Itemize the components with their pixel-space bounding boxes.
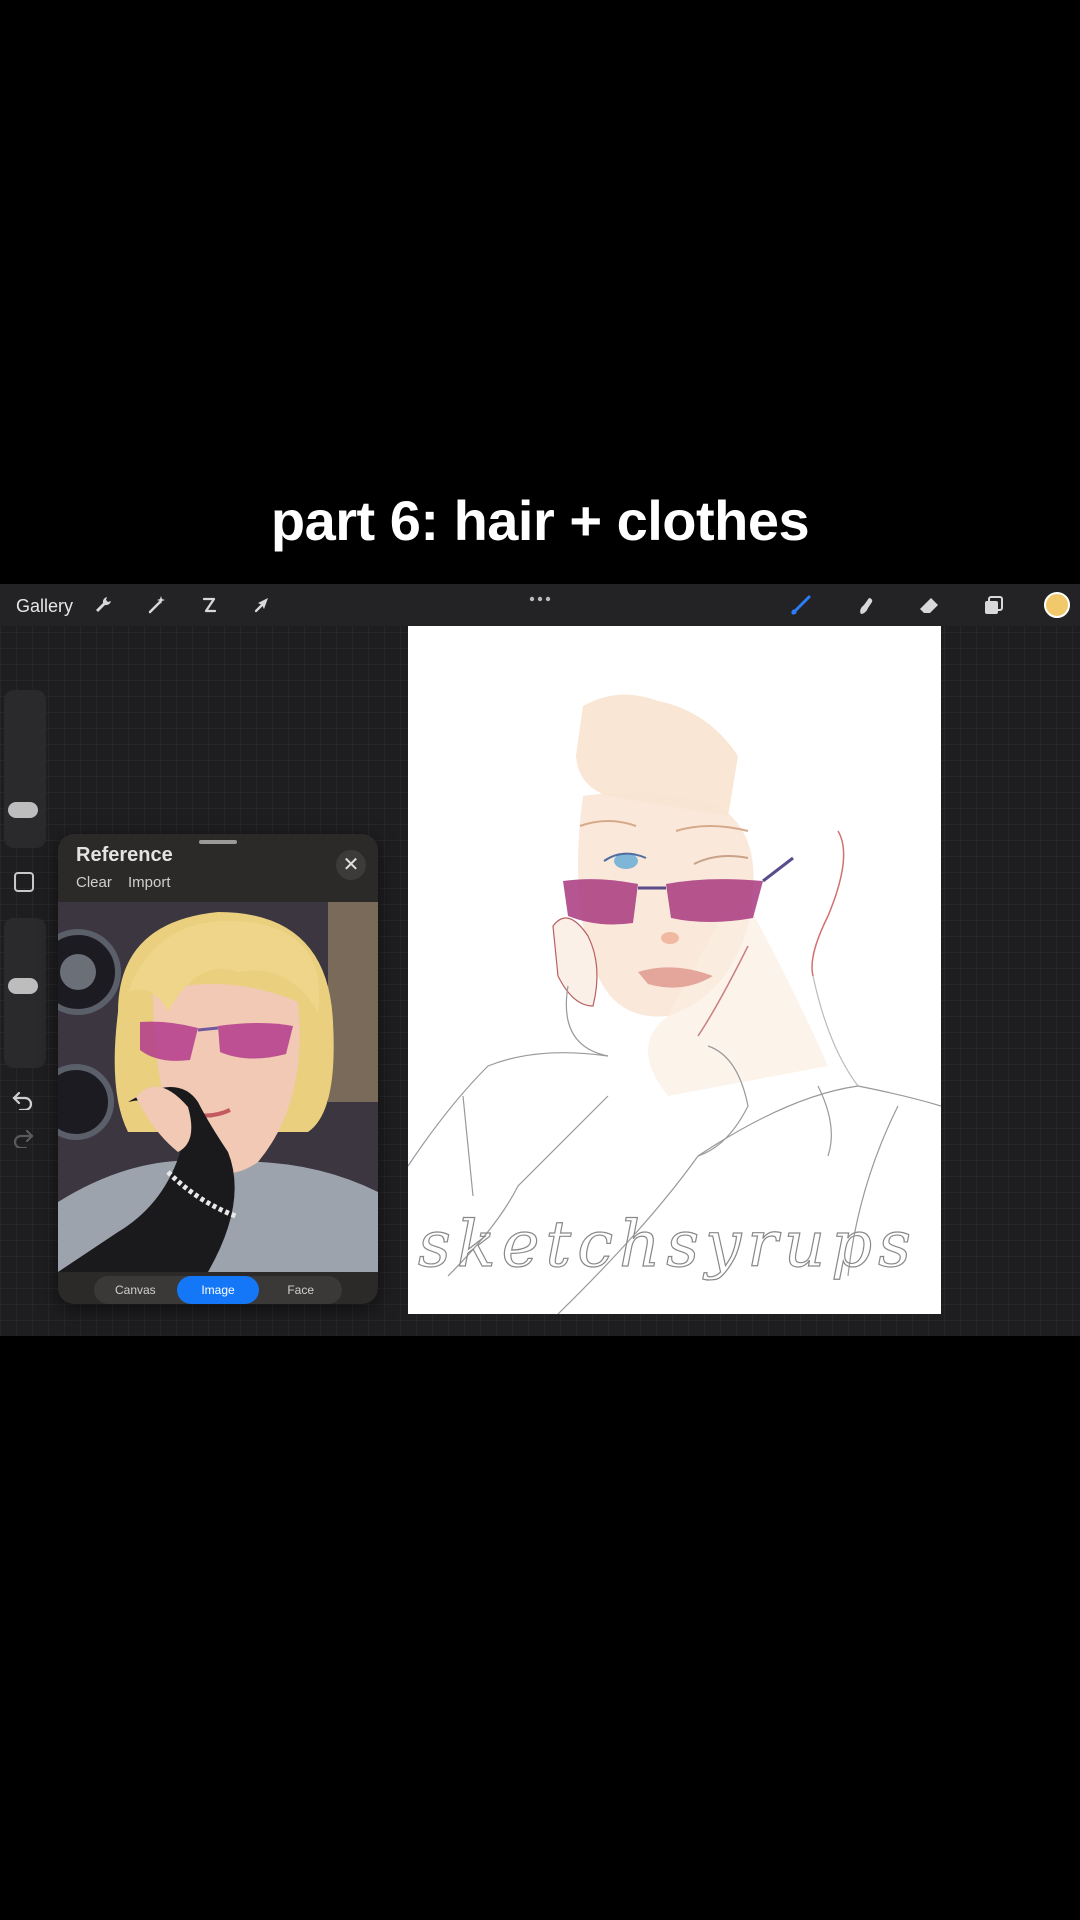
reference-title: Reference xyxy=(76,844,173,866)
opacity-slider[interactable] xyxy=(4,918,46,1068)
undo-icon[interactable] xyxy=(10,1088,36,1112)
reference-panel: Reference Clear Import ✕ Canvas Image Fa… xyxy=(58,834,378,1304)
opacity-knob[interactable] xyxy=(8,978,38,994)
selection-icon[interactable] xyxy=(196,592,222,618)
canvas-watermark: sketchsyrups xyxy=(418,1208,917,1282)
drawing-canvas[interactable]: sketchsyrups xyxy=(408,626,941,1314)
smudge-icon[interactable] xyxy=(852,592,878,618)
layers-icon[interactable] xyxy=(980,592,1006,618)
redo-icon[interactable] xyxy=(10,1126,36,1150)
brush-size-slider[interactable] xyxy=(4,690,46,848)
more-dots-icon[interactable] xyxy=(528,590,552,602)
wrench-icon[interactable] xyxy=(90,592,116,618)
brush-icon[interactable] xyxy=(788,592,814,618)
close-icon[interactable]: ✕ xyxy=(336,850,366,880)
tab-image[interactable]: Image xyxy=(176,1276,260,1304)
transform-arrow-icon[interactable] xyxy=(249,592,275,618)
panel-drag-handle[interactable] xyxy=(199,840,237,844)
reference-mode-tabs: Canvas Image Face xyxy=(94,1276,342,1304)
video-caption: part 6: hair + clothes xyxy=(270,489,810,552)
eraser-icon[interactable] xyxy=(916,592,942,618)
import-button[interactable]: Import xyxy=(128,874,171,891)
tab-face[interactable]: Face xyxy=(259,1276,342,1304)
procreate-app: Gallery Reference Clear Import ✕ Canvas … xyxy=(0,584,1080,1336)
top-toolbar: Gallery xyxy=(0,584,1080,626)
color-swatch[interactable] xyxy=(1044,592,1070,618)
tab-canvas[interactable]: Canvas xyxy=(94,1276,177,1304)
magic-wand-icon[interactable] xyxy=(143,592,169,618)
modify-button[interactable] xyxy=(14,872,34,892)
gallery-button[interactable]: Gallery xyxy=(16,596,73,617)
reference-image xyxy=(58,902,378,1272)
clear-button[interactable]: Clear xyxy=(76,874,112,891)
brush-size-knob[interactable] xyxy=(8,802,38,818)
